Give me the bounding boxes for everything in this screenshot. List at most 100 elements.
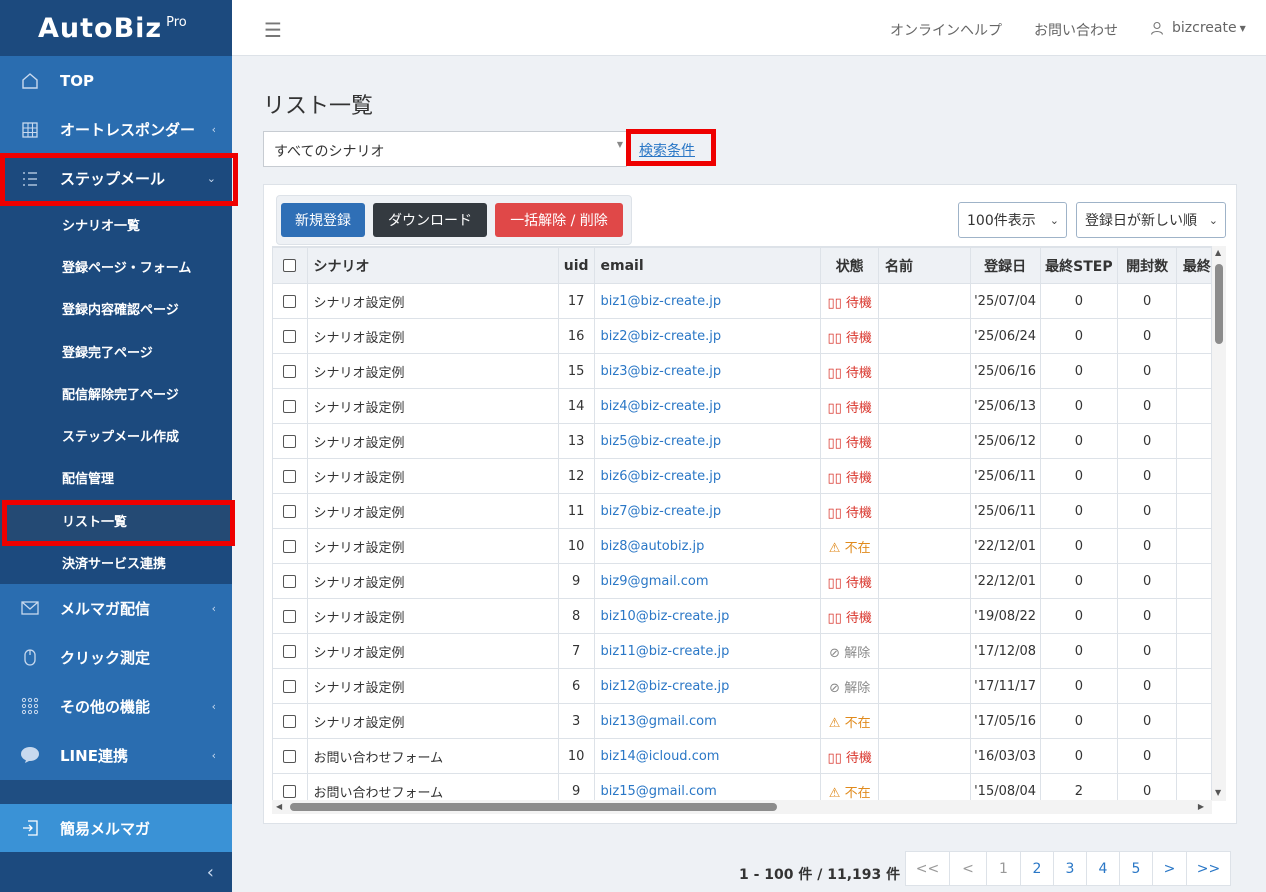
row-checkbox-cell[interactable] <box>272 668 308 704</box>
submenu-item-payment[interactable]: 決済サービス連携 <box>0 541 232 583</box>
email-link[interactable]: biz2@biz-create.jp <box>601 329 722 344</box>
email-link[interactable]: biz9@gmail.com <box>601 574 709 589</box>
horizontal-scroll-thumb[interactable] <box>290 803 777 811</box>
sidebar-item-click[interactable]: クリック測定 <box>0 632 232 682</box>
sidebar-item-top[interactable]: TOP <box>0 56 232 105</box>
email-link[interactable]: biz8@autobiz.jp <box>601 539 705 554</box>
checkbox[interactable] <box>283 364 297 378</box>
table-row[interactable]: シナリオ設定例 13 biz5@biz-create.jp ▯▯ 待機 '25/06/1… <box>272 423 1212 459</box>
row-checkbox-cell[interactable] <box>272 388 308 424</box>
email-link[interactable]: biz5@biz-create.jp <box>601 434 722 449</box>
sidebar-collapse-button[interactable]: ‹ <box>0 852 232 892</box>
scroll-right-icon[interactable]: ▶ <box>1198 802 1204 811</box>
page-next[interactable]: > <box>1152 851 1187 886</box>
row-checkbox-cell[interactable] <box>272 283 308 319</box>
scenario-select[interactable]: すべてのシナリオ ▼ <box>263 131 627 167</box>
page-4[interactable]: 4 <box>1086 851 1120 886</box>
table-row[interactable]: お問い合わせフォーム 10 biz14@icloud.com ▯▯ 待機 '16/03/… <box>272 738 1212 774</box>
column-header-last-step[interactable]: 最終STEP <box>1039 247 1119 284</box>
sidebar-item-mailmag[interactable]: メルマガ配信 ‹ <box>0 583 232 633</box>
sidebar-item-autoresponder[interactable]: オートレスポンダー ‹ <box>0 105 232 154</box>
email-link[interactable]: biz3@biz-create.jp <box>601 364 722 379</box>
row-checkbox-cell[interactable] <box>272 423 308 459</box>
vertical-scrollbar[interactable]: ▲ ▼ <box>1212 246 1226 801</box>
per-page-select[interactable]: 100件表示 ⌄ <box>958 202 1067 238</box>
table-row[interactable]: シナリオ設定例 10 biz8@autobiz.jp ⚠ 不在 '22/12/01 0 0 <box>272 528 1212 564</box>
table-row[interactable]: シナリオ設定例 16 biz2@biz-create.jp ▯▯ 待機 '25/06/2… <box>272 318 1212 354</box>
page-5[interactable]: 5 <box>1119 851 1153 886</box>
checkbox[interactable] <box>283 434 297 448</box>
submenu-item-confirm-page[interactable]: 登録内容確認ページ <box>0 288 232 330</box>
email-link[interactable]: biz4@biz-create.jp <box>601 399 722 414</box>
checkbox[interactable] <box>283 294 297 308</box>
row-checkbox-cell[interactable] <box>272 703 308 739</box>
column-header-last[interactable]: 最終 <box>1175 247 1212 284</box>
column-header-email[interactable]: email <box>593 247 822 284</box>
checkbox[interactable] <box>283 679 297 693</box>
checkbox[interactable] <box>283 504 297 518</box>
table-row[interactable]: シナリオ設定例 3 biz13@gmail.com ⚠ 不在 '17/05/16 0 0 <box>272 703 1212 739</box>
row-checkbox-cell[interactable] <box>272 458 308 494</box>
email-link[interactable]: biz6@biz-create.jp <box>601 469 722 484</box>
column-header-status[interactable]: 状態 <box>820 247 880 284</box>
download-button[interactable]: ダウンロード <box>373 203 487 237</box>
checkbox[interactable] <box>283 714 297 728</box>
checkbox[interactable] <box>283 574 297 588</box>
table-row[interactable]: シナリオ設定例 11 biz7@biz-create.jp ▯▯ 待機 '25/06/1… <box>272 493 1212 529</box>
email-link[interactable]: biz15@gmail.com <box>601 784 717 799</box>
table-row[interactable]: お問い合わせフォーム 9 biz15@gmail.com ⚠ 不在 '15/08/04 2… <box>272 773 1212 801</box>
row-checkbox-cell[interactable] <box>272 318 308 354</box>
email-link[interactable]: biz11@biz-create.jp <box>601 644 730 659</box>
page-last[interactable]: >> <box>1186 851 1231 886</box>
email-link[interactable]: biz13@gmail.com <box>601 714 717 729</box>
submenu-item-complete-page[interactable]: 登録完了ページ <box>0 330 232 372</box>
table-row[interactable]: シナリオ設定例 14 biz4@biz-create.jp ▯▯ 待機 '25/06/1… <box>272 388 1212 424</box>
email-link[interactable]: biz1@biz-create.jp <box>601 294 722 309</box>
email-link[interactable]: biz10@biz-create.jp <box>601 609 730 624</box>
scroll-down-icon[interactable]: ▼ <box>1215 788 1221 797</box>
bulk-unsubscribe-button[interactable]: 一括解除 / 削除 <box>495 203 623 237</box>
row-checkbox-cell[interactable] <box>272 563 308 599</box>
sidebar-item-line[interactable]: LINE連携 ‹ <box>0 730 232 780</box>
checkbox[interactable] <box>283 749 297 763</box>
vertical-scroll-thumb[interactable] <box>1215 264 1223 344</box>
online-help-link[interactable]: オンラインヘルプ <box>890 20 1002 40</box>
email-link[interactable]: biz14@icloud.com <box>601 749 720 764</box>
table-row[interactable]: シナリオ設定例 7 biz11@biz-create.jp ⊘ 解除 '17/12/08… <box>272 633 1212 669</box>
table-row[interactable]: シナリオ設定例 9 biz9@gmail.com ▯▯ 待機 '22/12/01 0 0 <box>272 563 1212 599</box>
scroll-up-icon[interactable]: ▲ <box>1215 248 1221 257</box>
checkbox[interactable] <box>283 329 297 343</box>
new-register-button[interactable]: 新規登録 <box>281 203 365 237</box>
row-checkbox-cell[interactable] <box>272 528 308 564</box>
table-row[interactable]: シナリオ設定例 17 biz1@biz-create.jp ▯▯ 待機 '25/07/0… <box>272 283 1212 319</box>
checkbox[interactable] <box>283 469 297 483</box>
select-all-checkbox-cell[interactable] <box>272 247 308 284</box>
horizontal-scrollbar[interactable]: ◀ ▶ <box>272 800 1212 814</box>
submenu-item-unsubscribe-page[interactable]: 配信解除完了ページ <box>0 372 232 414</box>
submenu-item-delivery[interactable]: 配信管理 <box>0 457 232 499</box>
column-header-uid[interactable]: uid <box>557 247 595 284</box>
sort-select[interactable]: 登録日が新しい順 ⌄ <box>1076 202 1226 238</box>
row-checkbox-cell[interactable] <box>272 598 308 634</box>
app-logo[interactable]: AutoBiz Pro <box>0 0 232 56</box>
email-link[interactable]: biz7@biz-create.jp <box>601 504 722 519</box>
row-checkbox-cell[interactable] <box>272 353 308 389</box>
checkbox[interactable] <box>283 399 297 413</box>
page-3[interactable]: 3 <box>1053 851 1087 886</box>
table-row[interactable]: シナリオ設定例 8 biz10@biz-create.jp ▯▯ 待機 '19/08/2… <box>272 598 1212 634</box>
submenu-item-register-form[interactable]: 登録ページ・フォーム <box>0 245 232 287</box>
checkbox[interactable] <box>283 644 297 658</box>
checkbox[interactable] <box>283 784 297 798</box>
user-menu[interactable]: bizcreate ▼ <box>1150 20 1246 36</box>
column-header-opens[interactable]: 開封数 <box>1117 247 1177 284</box>
table-row[interactable]: シナリオ設定例 15 biz3@biz-create.jp ▯▯ 待機 '25/06/1… <box>272 353 1212 389</box>
sidebar-item-simple-mailmag[interactable]: 簡易メルマガ <box>0 804 232 852</box>
column-header-scenario[interactable]: シナリオ <box>306 247 559 284</box>
page-1[interactable]: 1 <box>986 851 1021 886</box>
column-header-date[interactable]: 登録日 <box>969 247 1041 284</box>
page-prev[interactable]: < <box>949 851 987 886</box>
scroll-left-icon[interactable]: ◀ <box>276 802 282 811</box>
row-checkbox-cell[interactable] <box>272 738 308 774</box>
submenu-item-scenario-list[interactable]: シナリオ一覧 <box>0 203 232 245</box>
checkbox[interactable] <box>283 259 297 272</box>
